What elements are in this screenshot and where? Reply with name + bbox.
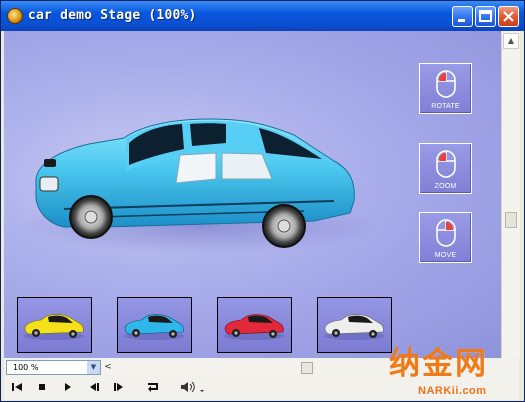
rewind-button[interactable] (86, 379, 102, 395)
vertical-scrollbar[interactable]: ▲ (501, 31, 520, 358)
zoom-dropdown[interactable]: 100 % ▼ (6, 360, 101, 375)
stop-button[interactable] (35, 379, 49, 395)
mouse-right-icon (436, 219, 456, 247)
car-thumbnail-icon (124, 314, 184, 340)
loop-icon (148, 383, 158, 392)
car-thumbnail-icon (224, 314, 284, 340)
play-button[interactable] (60, 379, 74, 395)
mouse-left-icon (436, 150, 456, 178)
rotate-label: ROTATE (431, 103, 460, 110)
forward-icon (114, 383, 123, 391)
car-thumbnail-white[interactable] (317, 297, 392, 353)
minimize-button[interactable] (452, 6, 473, 27)
car-thumbnail-icon (324, 314, 384, 340)
watermark-url: NARKii.com (418, 385, 487, 397)
minimize-icon (458, 19, 465, 22)
car-thumbnail-red[interactable] (217, 297, 292, 353)
title-bar[interactable]: car demo Stage (100%) (1, 1, 524, 31)
move-button[interactable]: MOVE (419, 212, 472, 263)
zoom-value: 100 % (13, 363, 39, 372)
stop-icon (39, 384, 45, 390)
chevron-down-icon[interactable]: ▼ (87, 361, 100, 374)
car-thumbnail-icon (24, 314, 84, 340)
maximize-icon (479, 10, 492, 22)
maximize-button[interactable] (475, 6, 496, 27)
car-thumbnail-blue[interactable] (117, 297, 192, 353)
volume-icon (181, 381, 204, 393)
move-label: MOVE (434, 252, 457, 259)
zoom-label: ZOOM (434, 183, 457, 190)
horizontal-scroll-thumb[interactable] (301, 362, 313, 374)
rewind-icon (90, 383, 99, 391)
rotate-button[interactable]: ROTATE (419, 63, 472, 114)
scroll-thumb[interactable] (505, 212, 517, 228)
volume-button[interactable] (178, 379, 206, 395)
zoom-button[interactable]: ZOOM (419, 143, 472, 194)
loop-button[interactable] (144, 379, 162, 395)
play-icon (65, 383, 71, 391)
mouse-left-icon (436, 70, 456, 98)
car-thumbnail-yellow[interactable] (17, 297, 92, 353)
close-button[interactable] (498, 6, 519, 27)
window-title: car demo Stage (100%) (28, 8, 197, 23)
app-icon (7, 8, 23, 24)
step-back-button[interactable] (10, 379, 24, 395)
3d-stage-viewport[interactable]: ROTATE ZOOM MOVE (4, 31, 501, 358)
horizontal-scrollbar[interactable]: < (101, 360, 313, 374)
forward-button[interactable] (111, 379, 127, 395)
watermark-logo: 纳金网 (389, 346, 488, 382)
step-back-icon (12, 383, 22, 391)
close-icon (503, 11, 514, 22)
scroll-up-arrow-icon[interactable]: ▲ (503, 33, 519, 49)
app-window: car demo Stage (100%) ROTATE ZOOM MOVE ▲… (0, 0, 525, 402)
scroll-left-arrow-icon[interactable]: < (103, 360, 113, 374)
